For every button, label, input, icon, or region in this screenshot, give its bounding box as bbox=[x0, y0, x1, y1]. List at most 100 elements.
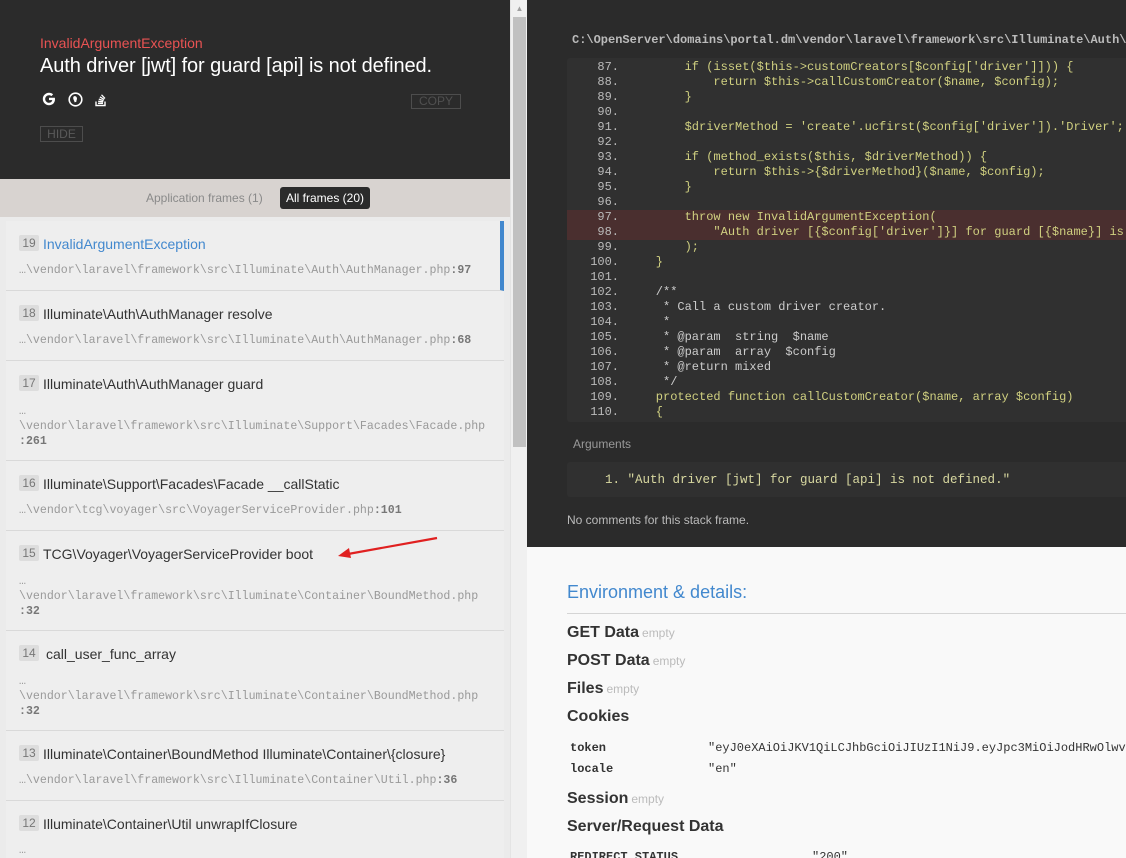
session-heading: Session empty bbox=[567, 790, 664, 808]
frame-title: InvalidArgumentException bbox=[43, 236, 206, 252]
hide-button[interactable]: HIDE bbox=[40, 126, 83, 142]
code-line: 103. * Call a custom driver creator. bbox=[567, 300, 1126, 315]
line-number: 110. bbox=[590, 405, 619, 419]
line-code: throw new InvalidArgumentException( bbox=[627, 210, 937, 224]
frame-path: … \vendor\laravel\framework\src\Illumina… bbox=[19, 574, 501, 619]
tab-application-frames[interactable]: Application frames (1) bbox=[140, 187, 269, 209]
line-number: 95. bbox=[597, 180, 619, 194]
line-number: 90. bbox=[597, 105, 619, 119]
frame-path: … \vendor\laravel\framework\src\Illumina… bbox=[19, 404, 501, 449]
code-line: 95. } bbox=[567, 180, 1126, 195]
server-data-heading: Server/Request Data bbox=[567, 818, 724, 836]
scroll-up-arrow-icon[interactable]: ▲ bbox=[511, 0, 528, 17]
details-panel: C:\OpenServer\domains\portal.dm\vendor\l… bbox=[527, 0, 1126, 858]
cookie-key: locale bbox=[570, 762, 614, 776]
code-line: 88. return $this->callCustomCreator($nam… bbox=[567, 75, 1126, 90]
code-line: 106. * @param array $config bbox=[567, 345, 1126, 360]
cookies-label: Cookies bbox=[567, 708, 630, 725]
line-code: } bbox=[627, 90, 692, 104]
line-code: return $this->{$driverMethod}($name, $co… bbox=[627, 165, 1045, 179]
frame-line: :32 bbox=[19, 705, 40, 718]
code-line: 94. return $this->{$driverMethod}($name,… bbox=[567, 165, 1126, 180]
frame-line: :32 bbox=[19, 605, 40, 618]
line-code: } bbox=[627, 180, 692, 194]
line-number: 111. bbox=[567, 420, 619, 422]
frame-title: Illuminate\Container\Util unwrapIfClosur… bbox=[43, 816, 298, 832]
line-code: protected function callCustomCreator($na… bbox=[627, 390, 1074, 404]
cookies-heading: Cookies bbox=[567, 708, 629, 726]
frame-item[interactable]: 18 Illuminate\Auth\AuthManager resolve …… bbox=[6, 291, 504, 361]
line-code: * Call a custom driver creator. bbox=[627, 300, 887, 314]
line-code: ); bbox=[627, 240, 700, 254]
exception-header: InvalidArgumentException Auth driver [jw… bbox=[0, 0, 510, 179]
code-line: 108. */ bbox=[567, 375, 1126, 390]
line-code: "Auth driver [{$config['driver']}] for g… bbox=[627, 225, 1124, 239]
frame-title: call_user_func_array bbox=[46, 646, 176, 662]
frame-item[interactable]: 16 Illuminate\Support\Facades\Facade __c… bbox=[6, 461, 504, 531]
frame-item[interactable]: 12 Illuminate\Container\Util unwrapIfClo… bbox=[6, 801, 504, 858]
frame-title: Illuminate\Container\BoundMethod Illumin… bbox=[43, 746, 446, 762]
line-number: 89. bbox=[597, 90, 619, 104]
scroll-thumb[interactable] bbox=[513, 17, 526, 447]
copy-button[interactable]: COPY bbox=[411, 94, 461, 109]
line-number: 94. bbox=[597, 165, 619, 179]
line-code: return $this->callCustomCreator($name, $… bbox=[627, 75, 1060, 89]
frame-item[interactable]: 14 call_user_func_array … \vendor\larave… bbox=[6, 631, 504, 731]
stackoverflow-search-icon[interactable] bbox=[92, 90, 110, 108]
frame-index: 13 bbox=[19, 745, 39, 761]
duckduckgo-search-icon[interactable] bbox=[66, 90, 84, 108]
frame-index: 15 bbox=[19, 545, 39, 561]
server-value: "200" bbox=[812, 850, 849, 858]
argument-item: 1. "Auth driver [jwt] for guard [api] is… bbox=[605, 473, 1011, 487]
frame-title: Illuminate\Support\Facades\Facade __call… bbox=[43, 476, 340, 492]
frame-index: 19 bbox=[19, 235, 39, 251]
code-line: 90. bbox=[567, 105, 1126, 120]
frame-index: 16 bbox=[19, 475, 39, 491]
frame-index: 14 bbox=[19, 645, 39, 661]
code-line: 96. bbox=[567, 195, 1126, 210]
line-number: 101. bbox=[590, 270, 619, 284]
tab-all-frames[interactable]: All frames (20) bbox=[280, 187, 371, 209]
line-number: 93. bbox=[597, 150, 619, 164]
frame-title: Illuminate\Auth\AuthManager guard bbox=[43, 376, 264, 392]
code-line: 109. protected function callCustomCreato… bbox=[567, 390, 1126, 405]
line-number: 105. bbox=[590, 330, 619, 344]
line-code: * @return mixed bbox=[627, 360, 772, 374]
google-search-icon[interactable] bbox=[40, 90, 58, 108]
code-line: 99. ); bbox=[567, 240, 1126, 255]
arguments-label: Arguments bbox=[573, 437, 632, 451]
exception-message: Auth driver [jwt] for guard [api] is not… bbox=[40, 55, 432, 77]
frame-title: TCG\Voyager\VoyagerServiceProvider boot bbox=[43, 546, 314, 562]
frame-line: :261 bbox=[19, 435, 47, 448]
line-number: 100. bbox=[590, 255, 619, 269]
frame-item[interactable]: 15 TCG\Voyager\VoyagerServiceProvider bo… bbox=[6, 531, 504, 631]
server-data-label: Server/Request Data bbox=[567, 818, 724, 835]
line-number: 88. bbox=[597, 75, 619, 89]
line-number: 102. bbox=[590, 285, 619, 299]
line-code: { bbox=[627, 405, 664, 419]
frame-item[interactable]: 17 Illuminate\Auth\AuthManager guard … \… bbox=[6, 361, 504, 461]
line-number: 108. bbox=[590, 375, 619, 389]
get-data-empty: empty bbox=[642, 626, 675, 640]
frame-item[interactable]: 19 InvalidArgumentException …\vendor\lar… bbox=[6, 221, 504, 291]
code-line: 89. } bbox=[567, 90, 1126, 105]
frame-file: … \vendor\laravel\framework\src\Illumina… bbox=[19, 675, 479, 703]
line-code: } bbox=[627, 255, 664, 269]
divider bbox=[567, 613, 1126, 614]
frame-line: :36 bbox=[436, 774, 458, 787]
code-line: 97. throw new InvalidArgumentException( bbox=[567, 210, 1126, 225]
stack-panel: InvalidArgumentException Auth driver [jw… bbox=[0, 0, 510, 858]
code-line: 104. * bbox=[567, 315, 1126, 330]
post-data-label: POST Data bbox=[567, 652, 650, 669]
file-path: C:\OpenServer\domains\portal.dm\vendor\l… bbox=[572, 33, 1126, 47]
session-empty: empty bbox=[631, 792, 665, 806]
line-number: 109. bbox=[590, 390, 619, 404]
frame-item[interactable]: 13 Illuminate\Container\BoundMethod Illu… bbox=[6, 731, 504, 801]
code-line: 105. * @param string $name bbox=[567, 330, 1126, 345]
get-data-label: GET Data bbox=[567, 624, 640, 641]
frame-path: … \vendor\laravel\framework\src\Illumina… bbox=[19, 674, 501, 719]
code-line: 111. bbox=[567, 420, 1126, 422]
frame-path: …\vendor\tcg\voyager\src\VoyagerServiceP… bbox=[19, 503, 501, 518]
line-code: if (method_exists($this, $driverMethod))… bbox=[627, 150, 988, 164]
frames-scrollbar[interactable]: ▲ bbox=[510, 0, 527, 858]
